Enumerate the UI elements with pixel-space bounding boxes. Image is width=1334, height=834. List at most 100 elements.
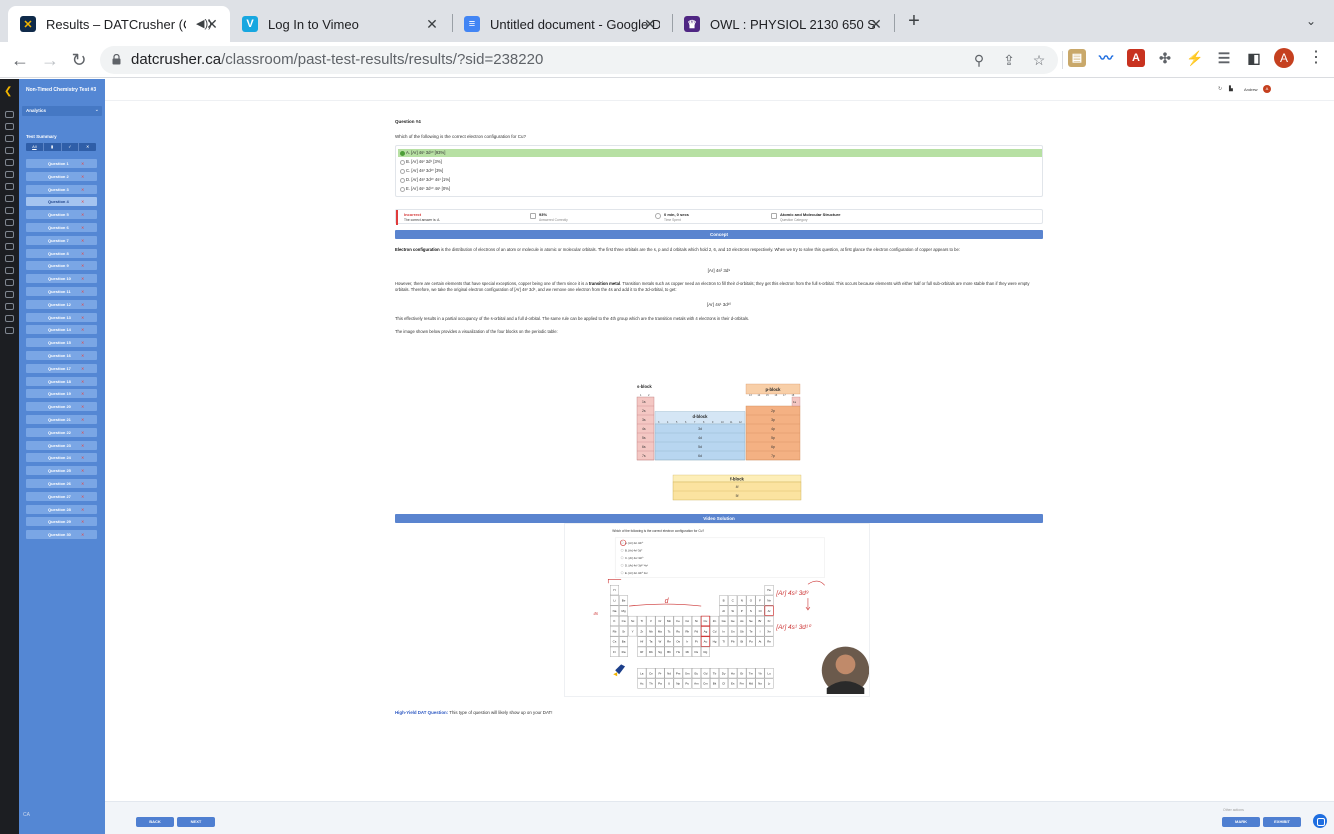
- answer-choice-c[interactable]: C. [Ar] 4s² 3d¹⁰ [3%]: [398, 167, 1042, 175]
- question-nav-item[interactable]: Question 29 ✕: [26, 517, 97, 527]
- zoom-icon[interactable]: ⚲: [970, 51, 988, 69]
- reload-icon[interactable]: ↻: [68, 49, 90, 71]
- tab-google-docs[interactable]: ≡ Untitled document - Google Do ✕: [452, 6, 670, 42]
- share-icon[interactable]: ⇪: [1000, 51, 1018, 69]
- extension-notes-icon[interactable]: ▤: [1068, 49, 1086, 67]
- side-panel-icon[interactable]: ◧: [1245, 49, 1263, 67]
- user-avatar[interactable]: A: [1263, 85, 1271, 93]
- address-bar[interactable]: datcrusher.ca/classroom/past-test-result…: [100, 46, 1058, 74]
- refresh-icon[interactable]: ↻: [1218, 86, 1223, 92]
- target-icon[interactable]: [5, 207, 14, 214]
- extension-waves-icon[interactable]: 〰: [1097, 49, 1115, 67]
- bottom-action-bar: BACK NEXT Other actions MARK EXHIBIT: [105, 801, 1334, 834]
- tab-owl[interactable]: ♛ OWL : PHYSIOL 2130 650 SU2 ✕: [672, 6, 894, 42]
- filter-marked-icon[interactable]: ▮: [44, 143, 62, 151]
- back-button[interactable]: BACK: [136, 817, 174, 827]
- tab-datcrusher[interactable]: ✕ Results – DATCrusher (Ca ◀)) ✕: [8, 6, 230, 42]
- pin-icon[interactable]: [5, 195, 14, 202]
- extensions-puzzle-icon[interactable]: ✣: [1156, 49, 1174, 67]
- note-icon[interactable]: [5, 231, 14, 238]
- close-icon[interactable]: ✕: [424, 16, 440, 32]
- answer-choice-b[interactable]: B. [Ar] 4s² 3d⁹ [3%]: [398, 158, 1042, 166]
- chat-icon[interactable]: [1313, 814, 1327, 828]
- beaker-icon[interactable]: [5, 147, 14, 154]
- close-icon[interactable]: ✕: [642, 16, 658, 32]
- filter-incorrect-icon[interactable]: ✕: [79, 143, 96, 151]
- user-name[interactable]: Andrew: [1244, 87, 1258, 92]
- question-nav-item[interactable]: Question 16 ✕: [26, 351, 97, 360]
- forward-arrow-icon[interactable]: →: [39, 49, 61, 71]
- flask-icon[interactable]: [5, 135, 14, 142]
- question-nav-item[interactable]: Question 17 ✕: [26, 363, 97, 373]
- next-button[interactable]: NEXT: [177, 817, 215, 827]
- video-question-text: Which of the following is the correct el…: [612, 529, 704, 533]
- close-icon[interactable]: ✕: [204, 16, 220, 32]
- bank-icon[interactable]: [5, 303, 14, 310]
- book-icon[interactable]: ▙: [1229, 86, 1235, 92]
- chart-icon[interactable]: [5, 255, 14, 262]
- question-nav-item[interactable]: Question 14 ✕: [26, 325, 97, 335]
- question-nav-item[interactable]: Question 12 ✕: [26, 299, 97, 309]
- question-nav-item[interactable]: Question 9 ✕: [26, 261, 97, 271]
- video-solution-player[interactable]: Which of the following is the correct el…: [564, 523, 870, 697]
- question-nav-item[interactable]: Question 24 ✕: [26, 453, 97, 463]
- question-nav-item[interactable]: Question 15 ✕: [26, 338, 97, 348]
- bookmark-star-icon[interactable]: ☆: [1030, 51, 1048, 69]
- question-nav-item[interactable]: Question 30 ✕: [26, 530, 97, 540]
- question-nav-item[interactable]: Question 1 ✕: [26, 159, 97, 168]
- list-icon[interactable]: [5, 267, 14, 274]
- dna-icon[interactable]: [5, 291, 14, 298]
- book-icon[interactable]: [5, 243, 14, 250]
- question-nav-item[interactable]: Question 11 ✕: [26, 287, 97, 296]
- pencil-icon[interactable]: [5, 123, 14, 130]
- url-path: /classroom/past-test-results/results/?si…: [221, 51, 544, 68]
- question-nav-item[interactable]: Question 5 ✕: [26, 210, 97, 220]
- analytics-dropdown[interactable]: Analytics ⌄: [22, 106, 102, 116]
- answer-choice-d[interactable]: D. [Ar] 4s² 3d¹⁰ 4s¹ [1%]: [398, 176, 1042, 184]
- wand-icon[interactable]: [5, 111, 14, 118]
- question-nav-item[interactable]: Question 19 ✕: [26, 389, 97, 399]
- answer-choice-a[interactable]: A. [Ar] 4s¹ 3d¹⁰ [93%]: [398, 149, 1042, 157]
- question-nav-item[interactable]: Question 13 ✕: [26, 312, 97, 322]
- circle-icon[interactable]: [5, 315, 14, 322]
- filter-correct-icon[interactable]: ✓: [62, 143, 80, 151]
- answer-choice-e[interactable]: E. [Ar] 4s¹ 3d¹⁰ 4s¹ [0%]: [398, 185, 1042, 193]
- eye-icon[interactable]: [5, 219, 14, 226]
- question-nav-item[interactable]: Question 8 ✕: [26, 248, 97, 258]
- question-nav-item[interactable]: Question 6 ✕: [26, 223, 97, 232]
- grid-icon[interactable]: [5, 183, 14, 190]
- element-symbol: Na: [613, 609, 617, 613]
- calculator-icon[interactable]: [5, 171, 14, 178]
- home-icon[interactable]: [5, 159, 14, 166]
- back-arrow-icon[interactable]: ←: [9, 49, 31, 71]
- question-nav-item[interactable]: Question 21 ✕: [26, 415, 97, 424]
- collapse-arrow-icon[interactable]: ❮: [4, 87, 14, 97]
- filter-all[interactable]: All: [26, 143, 44, 151]
- question-nav-item[interactable]: Question 7 ✕: [26, 235, 97, 245]
- question-nav-item[interactable]: Question 25 ✕: [26, 466, 97, 476]
- exhibit-button[interactable]: EXHIBIT: [1263, 817, 1301, 827]
- reading-list-icon[interactable]: ☰: [1215, 49, 1233, 67]
- question-nav-item[interactable]: Question 18 ✕: [26, 376, 97, 386]
- extension-bolt-icon[interactable]: ⚡: [1186, 49, 1204, 67]
- star-icon[interactable]: [5, 327, 14, 334]
- chevron-down-icon[interactable]: ⌄: [1306, 14, 1320, 28]
- new-tab-plus-icon[interactable]: +: [905, 11, 923, 31]
- question-nav-item[interactable]: Question 22 ✕: [26, 427, 97, 437]
- question-nav-item[interactable]: Question 26 ✕: [26, 479, 97, 488]
- question-nav-item[interactable]: Question 27 ✕: [26, 491, 97, 501]
- tab-vimeo[interactable]: V Log In to Vimeo ✕: [230, 6, 450, 42]
- question-nav-item[interactable]: Question 4 ✕: [26, 197, 97, 207]
- question-nav-item[interactable]: Question 10 ✕: [26, 274, 97, 284]
- question-nav-item[interactable]: Question 20 ✕: [26, 402, 97, 412]
- profile-avatar[interactable]: A: [1274, 48, 1294, 68]
- question-nav-item[interactable]: Question 3 ✕: [26, 184, 97, 194]
- question-nav-item[interactable]: Question 28 ✕: [26, 504, 97, 514]
- box-icon[interactable]: [5, 279, 14, 286]
- question-nav-item[interactable]: Question 2 ✕: [26, 171, 97, 181]
- kebab-menu-icon[interactable]: ⋮: [1308, 48, 1324, 68]
- close-icon[interactable]: ✕: [868, 16, 884, 32]
- mark-button[interactable]: MARK: [1222, 817, 1260, 827]
- extension-acrobat-icon[interactable]: A: [1127, 49, 1145, 67]
- question-nav-item[interactable]: Question 23 ✕: [26, 440, 97, 450]
